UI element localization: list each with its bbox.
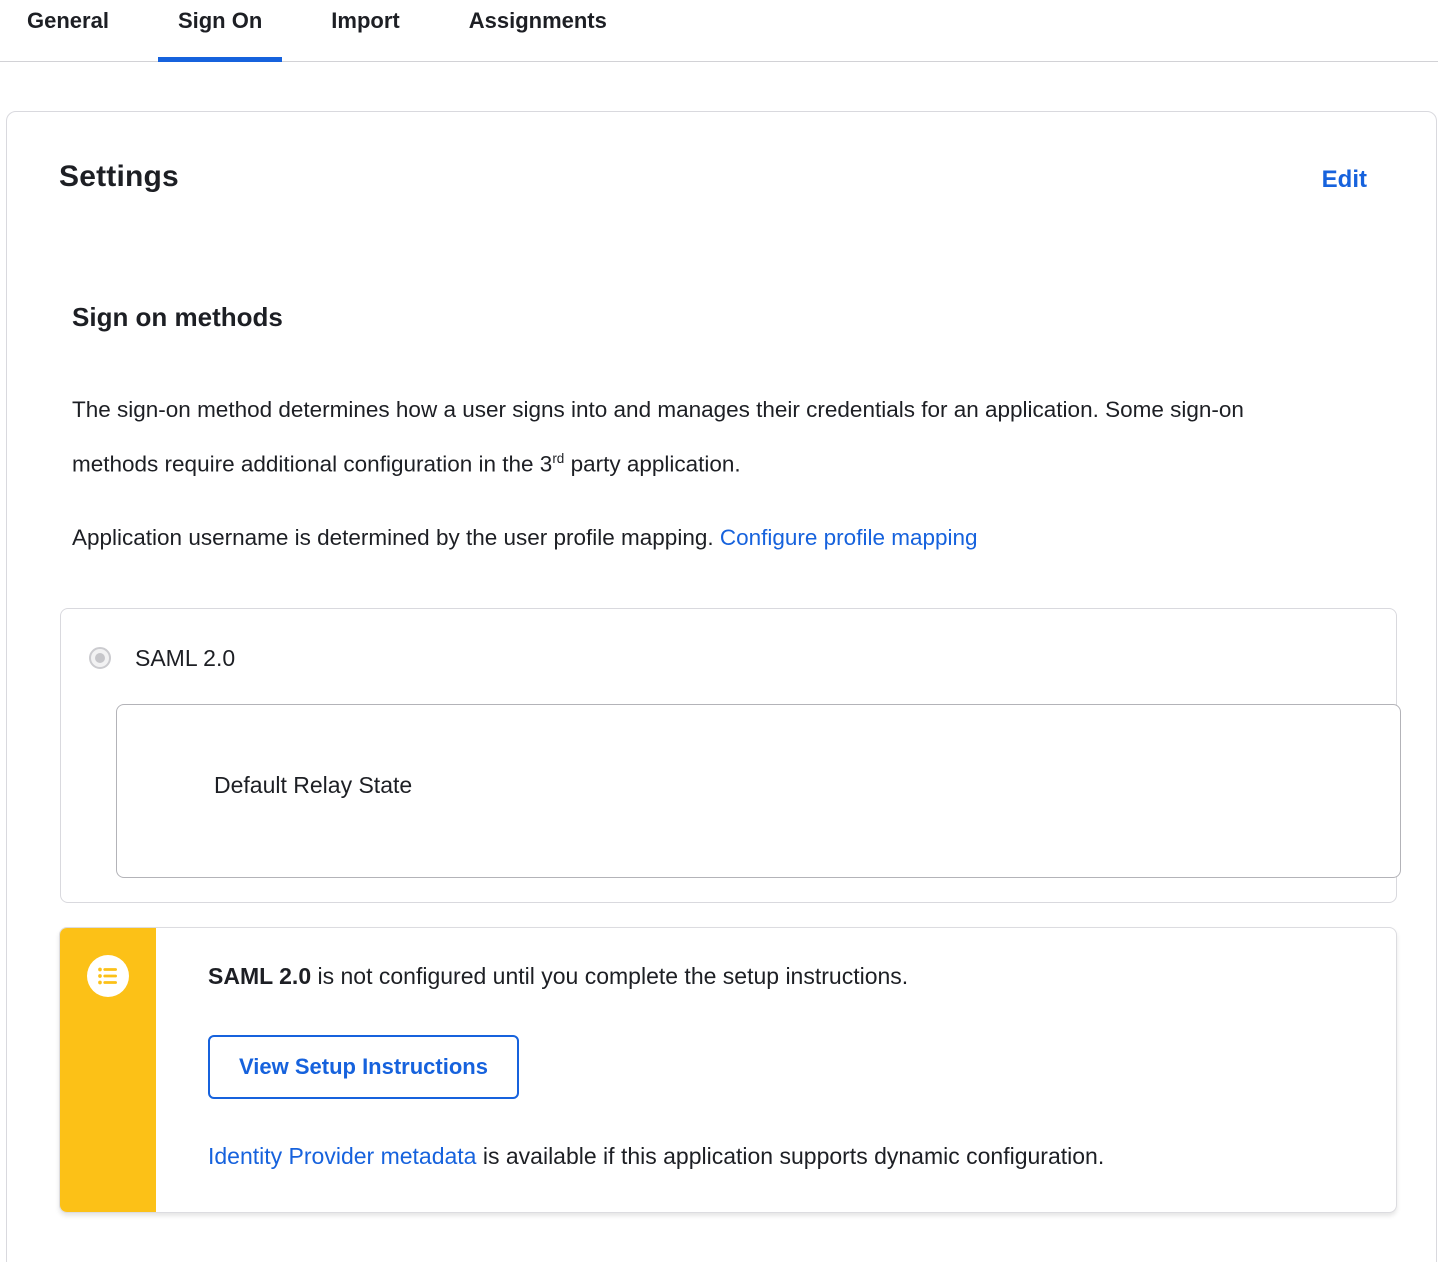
tab-sign-on[interactable]: Sign On	[157, 0, 283, 62]
saml-setup-callout: SAML 2.0 is not configured until you com…	[59, 926, 1397, 1213]
username-mapping-text: Application username is determined by th…	[72, 524, 720, 550]
default-relay-state-field: Default Relay State	[116, 703, 1401, 878]
metadata-line-rest: is available if this application support…	[476, 1142, 1105, 1169]
callout-caution-stripe	[60, 927, 156, 1212]
username-mapping-line: Application username is determined by th…	[72, 513, 1312, 562]
view-setup-instructions-button[interactable]: View Setup Instructions	[208, 1034, 519, 1099]
page-title: Settings	[59, 160, 179, 193]
app-tab-bar: General Sign On Import Assignments	[0, 0, 1438, 62]
list-icon	[87, 954, 129, 997]
settings-card-header: Settings Edit	[59, 160, 1367, 194]
callout-message: SAML 2.0 is not configured until you com…	[208, 961, 1356, 991]
identity-provider-metadata-link[interactable]: Identity Provider metadata	[208, 1143, 476, 1169]
sign-on-description-tail: party application.	[564, 451, 741, 477]
metadata-line: Identity Provider metadata is available …	[208, 1143, 1356, 1170]
callout-message-rest: is not configured until you complete the…	[311, 962, 909, 989]
edit-link[interactable]: Edit	[1322, 166, 1367, 194]
saml-radio-label: SAML 2.0	[135, 644, 236, 671]
saml-method-box: SAML 2.0 Default Relay State	[60, 607, 1401, 903]
configure-profile-mapping-link[interactable]: Configure profile mapping	[720, 525, 978, 550]
callout-message-bold: SAML 2.0	[208, 962, 312, 989]
sign-on-methods-heading: Sign on methods	[72, 302, 283, 332]
saml-radio-row: SAML 2.0	[89, 645, 1396, 672]
callout-body: SAML 2.0 is not configured until you com…	[156, 928, 1396, 1212]
default-relay-state-label: Default Relay State	[214, 771, 413, 798]
sign-on-description: The sign-on method determines how a user…	[72, 385, 1312, 489]
settings-card: Settings Edit Sign on methods The sign-o…	[6, 111, 1437, 1262]
ordinal-superscript: rd	[552, 451, 565, 466]
tab-assignments[interactable]: Assignments	[449, 0, 627, 61]
tab-general[interactable]: General	[7, 0, 129, 61]
saml-radio-button[interactable]	[89, 647, 111, 669]
tab-import[interactable]: Import	[311, 0, 419, 61]
